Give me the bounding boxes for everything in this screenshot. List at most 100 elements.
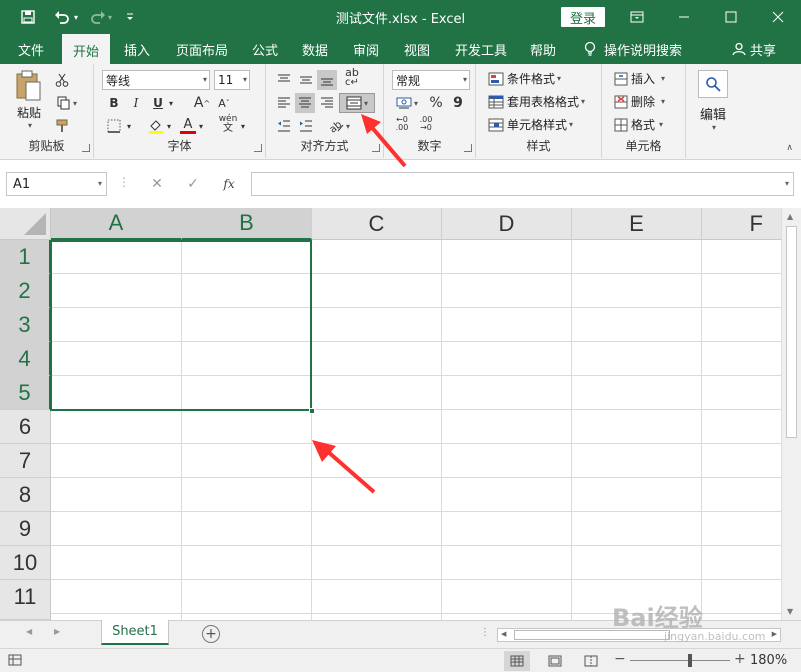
page-break-view-icon[interactable] — [578, 651, 604, 671]
paste-button[interactable]: 粘贴 ▾ — [12, 70, 46, 132]
clipboard-launcher-icon[interactable] — [82, 144, 90, 152]
name-box[interactable]: A1 ▾ — [6, 172, 107, 196]
font-color-icon[interactable]: A — [178, 116, 198, 136]
increase-indent-icon[interactable] — [296, 116, 316, 136]
underline-button[interactable]: U — [148, 93, 168, 113]
column-header-c[interactable]: C — [312, 208, 442, 240]
minimize-icon[interactable] — [662, 0, 706, 34]
copy-button[interactable]: ▾ — [52, 93, 82, 113]
tab-file[interactable]: 文件 — [14, 34, 48, 64]
maximize-icon[interactable] — [709, 0, 753, 34]
format-painter-icon[interactable] — [52, 116, 72, 136]
confirm-entry-icon[interactable]: ✓ — [182, 174, 204, 194]
zoom-slider[interactable] — [630, 660, 730, 661]
cell-styles-button[interactable]: 单元格样式 ▾ — [488, 116, 573, 133]
tab-view[interactable]: 视图 — [400, 34, 434, 64]
column-header-d[interactable]: D — [442, 208, 572, 240]
select-all-button[interactable] — [0, 208, 51, 240]
phonetic-dropdown-icon[interactable]: ▾ — [238, 116, 248, 136]
italic-button[interactable]: I — [126, 93, 146, 113]
macro-record-icon[interactable] — [8, 654, 22, 666]
column-header-a[interactable]: A — [51, 208, 182, 240]
orientation-button[interactable]: ab ▾ — [324, 116, 354, 136]
fill-handle[interactable] — [309, 408, 315, 414]
tab-split-grip-icon[interactable]: ⋮ — [480, 627, 490, 638]
row-header-2[interactable]: 2 — [0, 274, 51, 308]
middle-align-icon[interactable] — [296, 70, 316, 90]
row-header-7[interactable]: 7 — [0, 444, 51, 478]
vertical-scrollbar[interactable]: ▲ ▼ — [781, 208, 801, 620]
editing-button[interactable]: 编辑 ▾ — [696, 70, 730, 132]
fill-color-dropdown-icon[interactable]: ▾ — [164, 116, 174, 136]
tab-page-layout[interactable]: 页面布局 — [172, 34, 232, 64]
percent-style-button[interactable]: % — [426, 93, 446, 113]
paste-dropdown-icon[interactable]: ▾ — [28, 121, 32, 130]
column-header-f[interactable]: F — [702, 208, 781, 240]
top-align-icon[interactable] — [274, 70, 294, 90]
borders-dropdown-icon[interactable]: ▾ — [124, 116, 134, 136]
row-header-1[interactable]: 1 — [0, 240, 51, 274]
scroll-up-icon[interactable]: ▲ — [787, 212, 793, 221]
row-header-9[interactable]: 9 — [0, 512, 51, 546]
row-header-10[interactable]: 10 — [0, 546, 51, 580]
delete-cells-button[interactable]: 删除 ▾ — [614, 93, 665, 110]
previous-sheet-icon[interactable]: ◀ — [26, 627, 32, 636]
insert-function-icon[interactable]: fx — [218, 174, 240, 194]
tab-home[interactable]: 开始 — [62, 34, 110, 64]
decrease-indent-icon[interactable] — [274, 116, 294, 136]
row-header-8[interactable]: 8 — [0, 478, 51, 512]
decrease-decimal-icon[interactable]: .00 →0 — [416, 114, 436, 134]
tell-me-search[interactable]: 操作说明搜索 — [580, 34, 686, 64]
row-header-5[interactable]: 5 — [0, 376, 51, 410]
vertical-scroll-thumb[interactable] — [786, 226, 797, 438]
expand-formula-bar-icon[interactable]: ▾ — [785, 179, 789, 188]
zoom-out-button[interactable]: − — [614, 651, 626, 667]
font-launcher-icon[interactable] — [254, 144, 262, 152]
formula-input[interactable]: ▾ — [251, 172, 794, 196]
phonetic-icon[interactable]: wén 文 — [218, 114, 238, 134]
selected-range[interactable] — [50, 240, 312, 411]
bottom-align-icon[interactable] — [317, 70, 337, 90]
align-center-icon[interactable] — [295, 93, 315, 113]
scroll-right-icon[interactable]: ▶ — [772, 630, 777, 638]
sheet-tab-sheet1[interactable]: Sheet1 — [101, 620, 169, 645]
cancel-entry-icon[interactable]: ✕ — [146, 174, 168, 194]
cut-icon[interactable] — [52, 70, 72, 90]
row-header-6[interactable]: 6 — [0, 410, 51, 444]
bold-button[interactable]: B — [104, 93, 124, 113]
font-size-select[interactable]: 11 ▾ — [214, 70, 250, 90]
comma-style-button[interactable]: 9 — [448, 93, 468, 113]
underline-dropdown-icon[interactable]: ▾ — [166, 93, 176, 113]
ribbon-display-options-icon[interactable] — [615, 0, 659, 34]
zoom-slider-thumb[interactable] — [688, 654, 692, 667]
tab-help[interactable]: 帮助 — [526, 34, 560, 64]
conditional-formatting-button[interactable]: 条件格式 ▾ — [488, 70, 561, 87]
number-launcher-icon[interactable] — [464, 144, 472, 152]
scroll-left-icon[interactable]: ◀ — [501, 630, 506, 638]
font-name-select[interactable]: 等线 ▾ — [102, 70, 210, 90]
normal-view-icon[interactable] — [504, 651, 530, 671]
formula-bar-grip-icon[interactable]: ⋮ — [118, 175, 130, 189]
zoom-in-button[interactable]: + — [734, 651, 746, 667]
borders-icon[interactable] — [104, 116, 124, 136]
insert-cells-button[interactable]: 插入 ▾ — [614, 70, 665, 87]
zoom-level[interactable]: 180% — [750, 653, 787, 668]
share-button[interactable]: 共享 — [728, 34, 780, 64]
row-header-11[interactable]: 11 — [0, 580, 51, 620]
login-button[interactable]: 登录 — [561, 7, 605, 27]
format-as-table-button[interactable]: 套用表格格式 ▾ — [488, 93, 585, 110]
wrap-text-icon[interactable]: ab c↵ — [342, 67, 362, 88]
worksheet-grid[interactable]: A B C D E F 1 2 3 4 5 6 7 8 9 10 11 — [0, 208, 781, 620]
row-header-3[interactable]: 3 — [0, 308, 51, 342]
number-format-select[interactable]: 常规 ▾ — [392, 70, 470, 90]
tab-data[interactable]: 数据 — [298, 34, 332, 64]
new-sheet-icon[interactable]: + — [202, 625, 220, 643]
row-header-4[interactable]: 4 — [0, 342, 51, 376]
format-cells-button[interactable]: 格式 ▾ — [614, 116, 663, 133]
copy-dropdown-icon[interactable]: ▾ — [73, 99, 77, 108]
collapse-ribbon-icon[interactable]: ∧ — [786, 143, 793, 153]
align-left-icon[interactable] — [274, 93, 294, 113]
close-icon[interactable] — [756, 0, 800, 34]
next-sheet-icon[interactable]: ▶ — [54, 627, 60, 636]
fill-color-icon[interactable] — [146, 116, 166, 136]
